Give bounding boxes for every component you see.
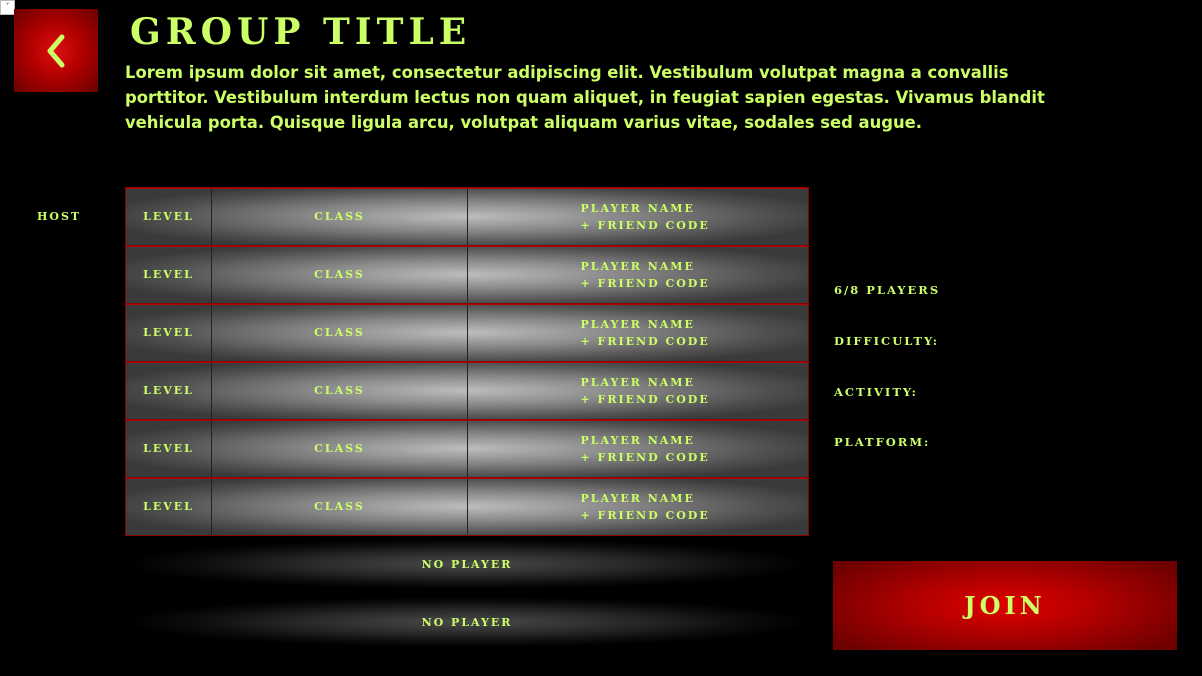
player-level: LEVEL [126, 304, 212, 361]
player-identity: PLAYER NAME + FRIEND CODE [468, 246, 808, 303]
player-count: 6/8 PLAYERS [834, 283, 941, 297]
friend-code: + FRIEND CODE [580, 450, 710, 464]
player-level: LEVEL [126, 420, 212, 477]
player-row[interactable]: LEVEL CLASS PLAYER NAME + FRIEND CODE [125, 188, 809, 246]
empty-player-slot: NO PLAYER [125, 536, 809, 592]
friend-code: + FRIEND CODE [580, 218, 710, 232]
player-name: PLAYER NAME [580, 491, 695, 505]
player-level: LEVEL [126, 246, 212, 303]
player-identity: PLAYER NAME + FRIEND CODE [468, 420, 808, 477]
player-row[interactable]: LEVEL CLASS PLAYER NAME + FRIEND CODE [125, 246, 809, 304]
player-row[interactable]: LEVEL CLASS PLAYER NAME + FRIEND CODE [125, 478, 809, 536]
player-name: PLAYER NAME [580, 201, 695, 215]
player-identity: PLAYER NAME + FRIEND CODE [468, 478, 808, 535]
player-name: PLAYER NAME [580, 259, 695, 273]
join-button-label: JOIN [964, 591, 1046, 620]
difficulty-label: DIFFICULTY: [834, 334, 939, 348]
player-roster: LEVEL CLASS PLAYER NAME + FRIEND CODE LE… [125, 187, 809, 536]
player-row[interactable]: LEVEL CLASS PLAYER NAME + FRIEND CODE [125, 362, 809, 420]
player-identity: PLAYER NAME + FRIEND CODE [468, 362, 808, 419]
player-class: CLASS [212, 362, 468, 419]
player-row[interactable]: LEVEL CLASS PLAYER NAME + FRIEND CODE [125, 304, 809, 362]
player-class: CLASS [212, 304, 468, 361]
player-name: PLAYER NAME [580, 317, 695, 331]
player-level: LEVEL [126, 478, 212, 535]
player-class: CLASS [212, 478, 468, 535]
chevron-left-icon [44, 33, 68, 69]
join-button[interactable]: JOIN [833, 561, 1177, 650]
friend-code: + FRIEND CODE [580, 508, 710, 522]
back-button[interactable] [14, 9, 98, 92]
activity-label: ACTIVITY: [834, 385, 918, 399]
player-class: CLASS [212, 188, 468, 245]
empty-player-slot: NO PLAYER [125, 594, 809, 650]
group-title: GROUP TITLE [130, 11, 472, 53]
friend-code: + FRIEND CODE [580, 392, 710, 406]
friend-code: + FRIEND CODE [580, 334, 710, 348]
player-class: CLASS [212, 246, 468, 303]
group-description: Lorem ipsum dolor sit amet, consectetur … [125, 63, 1045, 132]
group-detail-screen: ˅ GROUP TITLE Lorem ipsum dolor sit amet… [0, 0, 1202, 676]
player-level: LEVEL [126, 362, 212, 419]
platform-label: PLATFORM: [834, 435, 931, 449]
corner-dropdown-control[interactable]: ˅ [0, 0, 15, 15]
player-identity: PLAYER NAME + FRIEND CODE [468, 304, 808, 361]
player-identity: PLAYER NAME + FRIEND CODE [468, 188, 808, 245]
player-row[interactable]: LEVEL CLASS PLAYER NAME + FRIEND CODE [125, 420, 809, 478]
player-class: CLASS [212, 420, 468, 477]
host-label: HOST [37, 210, 82, 223]
player-name: PLAYER NAME [580, 375, 695, 389]
friend-code: + FRIEND CODE [580, 276, 710, 290]
player-name: PLAYER NAME [580, 433, 695, 447]
player-level: LEVEL [126, 188, 212, 245]
